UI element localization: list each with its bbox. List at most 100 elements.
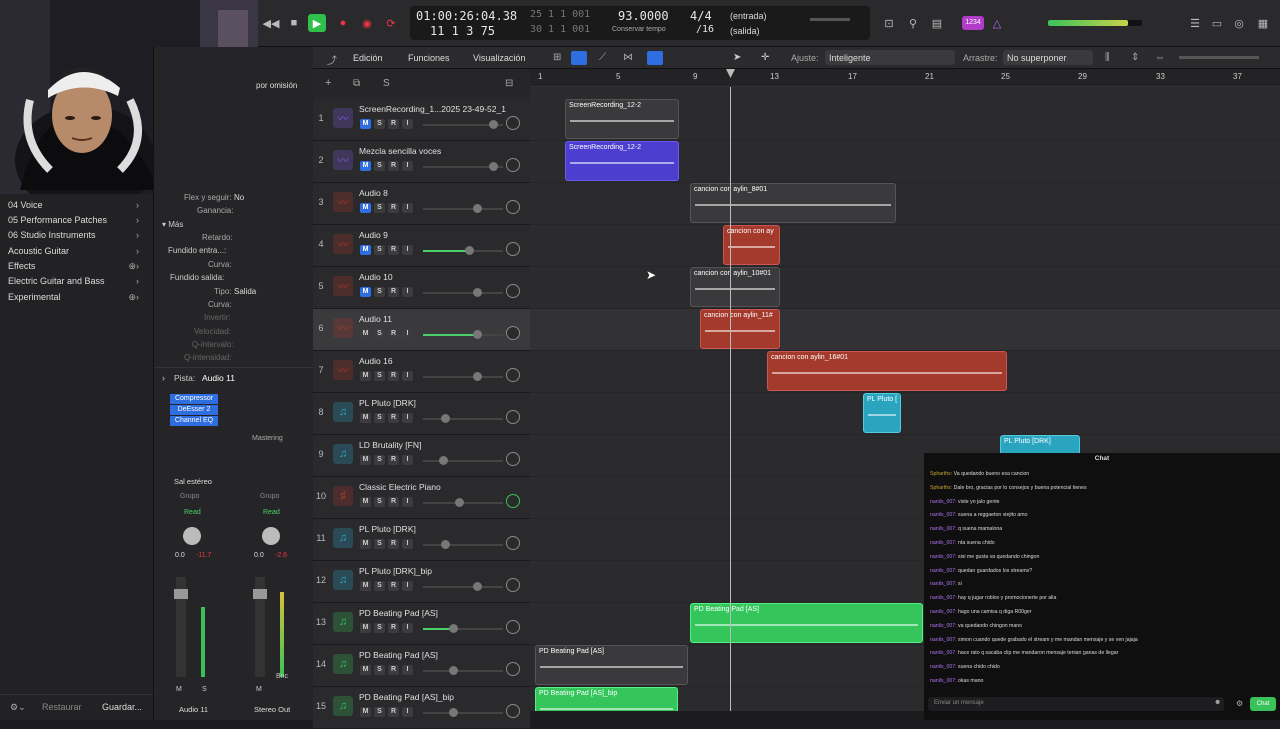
smart-tempo-icon[interactable]: △ — [988, 14, 1006, 32]
add-track-icon[interactable]: + — [325, 77, 331, 89]
pan-knob[interactable] — [506, 116, 520, 130]
volume-slider[interactable] — [423, 624, 503, 633]
more-section[interactable]: ▾ Más — [162, 220, 183, 229]
track-header[interactable]: 6 〰 Audio 11 M S R I — [313, 309, 530, 351]
volume-slider[interactable] — [423, 414, 503, 423]
fadein-label[interactable]: Fundido entra...: — [168, 246, 226, 255]
region[interactable]: cancion con aylin_10#01 — [690, 267, 780, 307]
track-name[interactable]: LD Brutality [FN] — [359, 440, 421, 450]
chat-username[interactable]: nanilx_007: — [930, 540, 957, 546]
mute-button[interactable]: M — [360, 245, 371, 255]
record-enable-button[interactable]: R — [388, 371, 399, 381]
track-name[interactable]: PL Pluto [DRK]_bip — [359, 566, 432, 576]
playhead-handle[interactable] — [726, 69, 735, 78]
solo-button[interactable]: S — [202, 686, 207, 693]
library-item[interactable]: Acoustic Guitar — [8, 246, 69, 256]
record-enable-button[interactable]: R — [388, 287, 399, 297]
drag-dropdown[interactable]: No superponer — [1003, 50, 1093, 65]
pan-knob[interactable] — [506, 284, 520, 298]
track-name[interactable]: Mezcla sencilla voces — [359, 146, 441, 156]
track-header[interactable]: 5 〰 Audio 10 M S R I — [313, 267, 530, 309]
track-name[interactable]: Audio 16 — [359, 356, 393, 366]
count-in-badge[interactable]: 1234 — [962, 16, 984, 30]
input-monitor-button[interactable]: I — [402, 539, 413, 549]
input-monitor-button[interactable]: I — [402, 497, 413, 507]
mute-button[interactable]: M — [360, 539, 371, 549]
track-header[interactable]: 14 ♫ PD Beating Pad [AS] M S R I — [313, 645, 530, 687]
mute-button[interactable]: M — [176, 686, 182, 693]
view-menu[interactable]: Visualización — [473, 53, 525, 63]
tuner-icon[interactable]: ⊡ — [880, 14, 898, 32]
metronome-icon[interactable]: ⚲ — [904, 14, 922, 32]
restore-button[interactable]: Restaurar — [42, 702, 82, 712]
fadeout-label[interactable]: Fundido salida: — [170, 273, 224, 282]
chat-username[interactable]: Spharths: — [930, 485, 952, 491]
solo-button[interactable]: S — [374, 413, 385, 423]
track-name[interactable]: Audio 10 — [359, 272, 393, 282]
region[interactable]: ScreenRecording_12-2 — [565, 99, 679, 139]
stop-icon[interactable]: ■ — [285, 14, 303, 32]
track-header[interactable]: 3 〰 Audio 8 M S R I — [313, 183, 530, 225]
volume-slider[interactable] — [423, 246, 503, 255]
record-enable-button[interactable]: R — [388, 665, 399, 675]
track-header[interactable]: 4 〰 Audio 9 M S R I — [313, 225, 530, 267]
chat-username[interactable]: nanilx_007: — [930, 595, 957, 601]
track-name[interactable]: PD Beating Pad [AS] — [359, 650, 438, 660]
chat-input[interactable]: Enviar un mensaje ☻ — [928, 697, 1224, 711]
chat-username[interactable]: nanilx_007: — [930, 499, 957, 505]
automation-icon[interactable]: ⟋ — [599, 52, 606, 63]
waveform-zoom-icon[interactable]: ⫼ — [1105, 52, 1110, 63]
chat-username[interactable]: nanilx_007: — [930, 581, 957, 587]
pan-knob[interactable] — [506, 242, 520, 256]
solo-button[interactable]: S — [374, 329, 385, 339]
mute-button[interactable]: M — [360, 203, 371, 213]
track-name[interactable]: PD Beating Pad [AS]_bip — [359, 692, 454, 702]
replace-icon[interactable]: ◉ — [358, 14, 376, 32]
track-lane[interactable] — [530, 225, 1280, 267]
solo-button[interactable]: S — [374, 623, 385, 633]
flex-value[interactable]: No — [234, 193, 244, 202]
region[interactable]: cancion con ay — [723, 225, 780, 265]
input-monitor-button[interactable]: I — [402, 203, 413, 213]
loop-browser-icon[interactable]: ◎ — [1230, 14, 1248, 32]
input-monitor-button[interactable]: I — [402, 623, 413, 633]
solo-button[interactable]: S — [374, 119, 385, 129]
region[interactable]: cancion con aylin_8#01 — [690, 183, 896, 223]
region[interactable]: cancion con aylin_11# — [700, 309, 780, 349]
volume-fader[interactable] — [174, 577, 188, 677]
volume-slider[interactable] — [423, 498, 503, 507]
download-icon[interactable]: ⊕› — [128, 261, 139, 272]
volume-slider[interactable] — [423, 372, 503, 381]
track-header[interactable]: 7 〰 Audio 16 M S R I — [313, 351, 530, 393]
record-enable-button[interactable]: R — [388, 455, 399, 465]
mute-button[interactable]: M — [360, 329, 371, 339]
chat-username[interactable]: nanilx_007: — [930, 526, 957, 532]
settings-icon[interactable]: ⚙︎⌄ — [10, 702, 26, 713]
duplicate-track-icon[interactable]: ⧉ — [353, 78, 360, 89]
mute-button[interactable]: M — [256, 686, 262, 693]
pan-knob[interactable] — [506, 620, 520, 634]
volume-fader[interactable] — [253, 577, 267, 677]
track-lane[interactable] — [530, 267, 1280, 309]
record-enable-button[interactable]: R — [388, 581, 399, 591]
pan-knob[interactable] — [506, 662, 520, 676]
bar-ruler[interactable]: 1 5 9 13 17 21 25 29 33 37 — [530, 69, 1280, 87]
group-slot[interactable]: Grupo — [180, 493, 199, 500]
solo-button[interactable]: S — [374, 581, 385, 591]
volume-slider[interactable] — [423, 666, 503, 675]
record-enable-button[interactable]: R — [388, 707, 399, 717]
input-monitor-button[interactable]: I — [402, 581, 413, 591]
volume-slider[interactable] — [423, 582, 503, 591]
group-slot[interactable]: Grupo — [260, 493, 279, 500]
track-lane[interactable] — [530, 309, 1280, 351]
chat-username[interactable]: Spharths: — [930, 471, 952, 477]
input-monitor-button[interactable]: I — [402, 287, 413, 297]
track-header[interactable]: 10 ♯ Classic Electric Piano M S R I — [313, 477, 530, 519]
record-enable-button[interactable]: R — [388, 161, 399, 171]
track-header[interactable]: 11 ♫ PL Pluto [DRK] M S R I — [313, 519, 530, 561]
list-view-icon[interactable] — [571, 51, 587, 65]
functions-menu[interactable]: Funciones — [408, 53, 450, 63]
record-enable-button[interactable]: R — [388, 119, 399, 129]
solo-button[interactable]: S — [374, 287, 385, 297]
header-view-icon[interactable]: ⊟ — [505, 78, 513, 89]
